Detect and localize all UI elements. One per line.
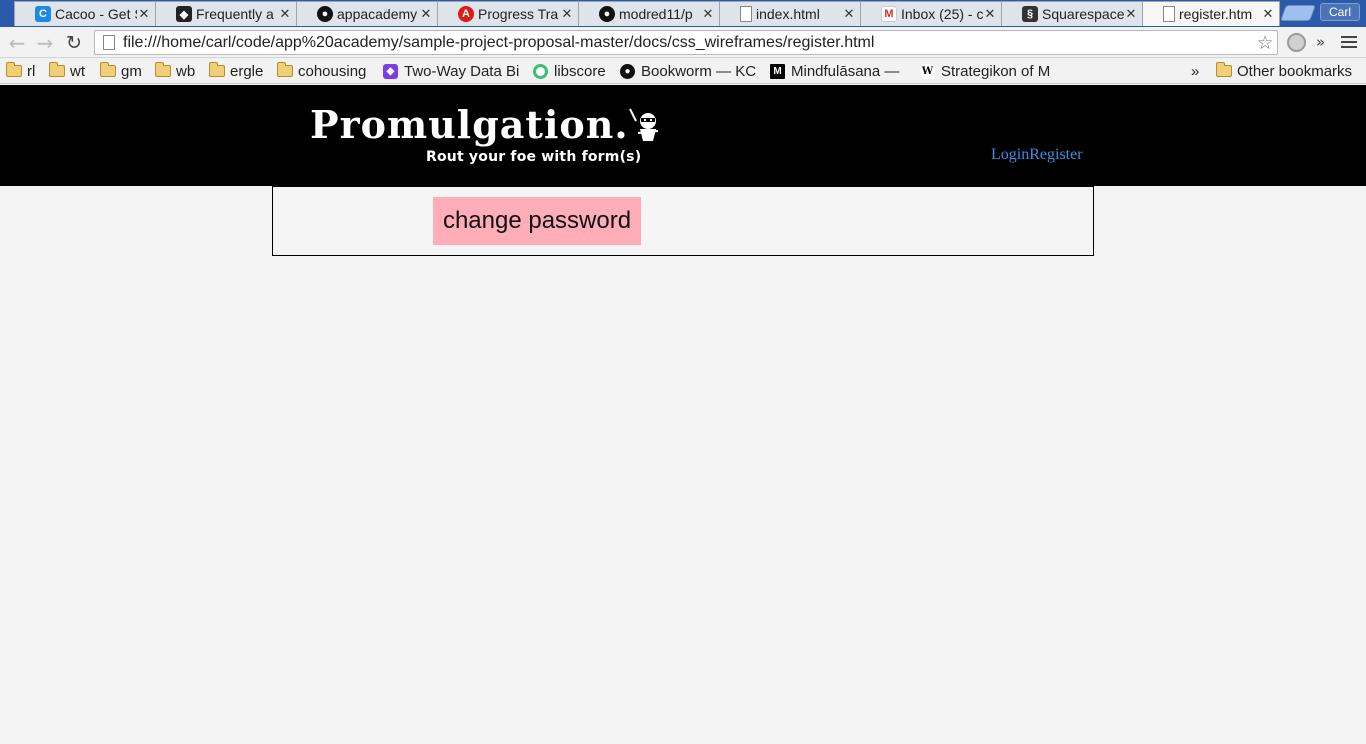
bookmark-libscore[interactable]: libscore [533,61,606,81]
folder-icon [6,62,22,77]
close-icon[interactable]: ✕ [137,6,151,22]
menu-icon[interactable] [1340,33,1358,51]
site-tagline: Rout your foe with form(s) [426,149,642,165]
tab-title: modred11/p [619,6,693,22]
squarespace-icon: § [1022,6,1038,22]
tab-inbox[interactable]: M Inbox (25) - c ✕ [860,1,1002,26]
register-link[interactable]: Register [1029,146,1082,163]
tab-title: Progress Tra [478,6,559,22]
folder-icon [49,62,65,77]
bookmark-label: wb [176,62,196,80]
wikipedia-icon: W [920,63,935,79]
close-icon[interactable]: ✕ [983,6,997,22]
tab-title: Inbox (25) - c [901,6,983,22]
bookmark-label: rl [27,62,36,80]
bookmark-star-icon[interactable]: ☆ [1253,32,1277,54]
login-link[interactable]: Login [991,146,1029,163]
site-logo[interactable]: Promulgation. [310,103,629,147]
bookmark-mindfulasana[interactable]: M Mindfulāsana — [770,61,910,81]
folder-icon [209,62,225,77]
folder-icon [1216,62,1232,77]
ring-icon [533,63,548,79]
url-text[interactable]: file:///home/carl/code/app%20academy/sam… [123,34,1253,52]
main-content-box: change password [272,186,1094,256]
page-icon [1163,6,1175,22]
tab-cacoo[interactable]: C Cacoo - Get S ✕ [14,1,156,26]
ninja-mascot-icon [629,108,659,141]
bookmark-label: libscore [554,62,606,80]
tab-strip: C Cacoo - Get S ✕ ◆ Frequently a ✕ ● app… [0,0,1366,27]
bookmark-label: wt [70,62,85,80]
tab-title: Cacoo - Get S [55,6,137,22]
bookmark-label: cohousing [298,62,367,80]
cube-icon: ◆ [383,63,398,79]
bookmark-folder-wb[interactable]: wb [155,61,195,81]
tab-title: Frequently a [196,6,274,22]
bookmark-label: gm [121,62,142,80]
bookmark-folder-gm[interactable]: gm [100,61,142,81]
tab-title: appacademy [337,6,418,22]
tab-progress[interactable]: A Progress Tra ✕ [437,1,579,26]
browser-toolbar: ← → ↻ file:///home/carl/code/app%20acade… [0,27,1366,58]
bookmark-folder-ergle[interactable]: ergle [209,61,263,81]
cacoo-icon: C [35,6,51,22]
change-password-button[interactable]: change password [433,197,641,245]
bookmark-label: Other bookmarks [1237,62,1353,80]
reload-icon[interactable]: ↻ [62,31,86,55]
folder-icon [277,62,293,77]
bookmark-folder-wt[interactable]: wt [49,61,85,81]
bookworm-icon: ● [620,63,635,79]
bookmark-bookworm[interactable]: ● Bookworm — KC [620,61,760,81]
address-bar[interactable]: file:///home/carl/code/app%20academy/sam… [94,30,1278,55]
bookmarks-bar: rl wt gm wb ergle cohousing ◆ Two-Way Dat… [0,58,1366,84]
new-tab-button[interactable] [1280,5,1316,21]
bookmark-label: Strategikon of M [941,62,1051,80]
folder-icon [100,62,116,77]
tab-index[interactable]: index.html ✕ [719,1,861,26]
tab-title: Squarespace [1042,6,1124,22]
close-icon[interactable]: ✕ [560,6,574,22]
bookmark-label: Mindfulāsana — [791,62,900,80]
tab-appacademy[interactable]: ● appacademy ✕ [296,1,438,26]
github-icon: ● [317,6,333,22]
close-icon[interactable]: ✕ [278,6,292,22]
profile-button[interactable]: Carl [1320,3,1360,21]
folder-icon [155,62,171,77]
page-icon [103,35,115,50]
bookmark-label: Two-Way Data Bi [404,62,520,80]
back-icon[interactable]: ← [5,31,29,55]
github-icon: ● [599,6,615,22]
forward-icon[interactable]: → [33,31,57,55]
extension-icon[interactable] [1287,33,1306,52]
close-icon[interactable]: ✕ [1124,6,1138,22]
tab-squarespace[interactable]: § Squarespace ✕ [1001,1,1143,26]
bookmark-label: Bookworm — KC [641,62,757,80]
extensions-overflow-icon[interactable]: » [1316,33,1325,51]
bookmark-label: ergle [230,62,264,80]
tab-title: index.html [756,6,820,22]
bookmark-folder-rl[interactable]: rl [6,61,35,81]
bookmark-folder-other[interactable]: Other bookmarks [1216,61,1352,81]
bookmark-two-way-data[interactable]: ◆ Two-Way Data Bi [383,61,523,81]
close-icon[interactable]: ✕ [419,6,433,22]
tab-modred[interactable]: ● modred11/p ✕ [578,1,720,26]
bookmark-folder-cohousing[interactable]: cohousing [277,61,366,81]
auth-links: LoginRegister [991,146,1083,164]
site-header: Promulgation. Rout your foe with form(s)… [0,85,1366,186]
medium-icon: M [770,63,785,79]
angular-icon: A [458,6,474,22]
tab-frequently[interactable]: ◆ Frequently a ✕ [155,1,297,26]
inkscape-icon: ◆ [176,6,192,22]
tab-title: register.htm [1179,6,1253,22]
close-icon[interactable]: ✕ [1261,6,1275,22]
tab-register[interactable]: register.htm ✕ [1142,1,1280,26]
bookmarks-overflow-icon[interactable]: » [1191,61,1199,81]
page-icon [740,6,752,22]
bookmark-strategikon[interactable]: W Strategikon of M [920,61,1060,81]
close-icon[interactable]: ✕ [701,6,715,22]
close-icon[interactable]: ✕ [842,6,856,22]
gmail-icon: M [881,6,897,22]
